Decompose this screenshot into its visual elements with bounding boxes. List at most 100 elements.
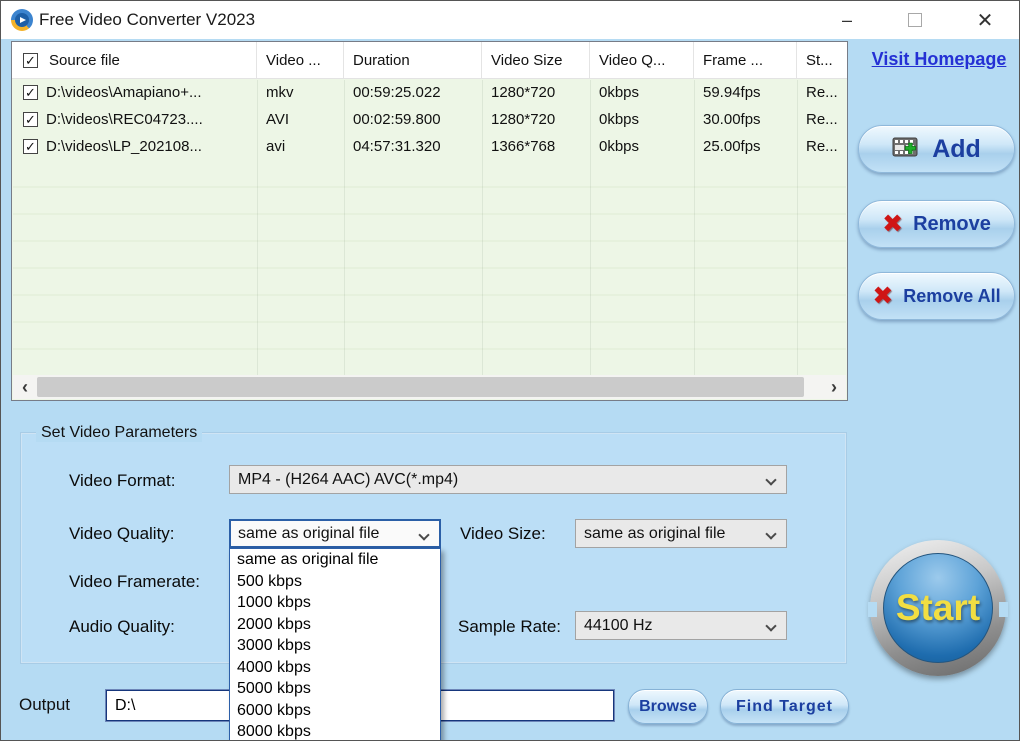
cell-quality: 0kbps — [599, 138, 640, 155]
minimize-button[interactable]: – — [827, 1, 867, 39]
cell-status: Re... — [806, 84, 838, 101]
start-label: Start — [895, 587, 981, 628]
column-divider — [694, 80, 695, 375]
dropdown-option[interactable]: 6000 kbps — [230, 700, 440, 722]
column-divider — [482, 80, 483, 375]
cell-source: D:\videos\REC04723.... — [46, 111, 203, 128]
start-button[interactable]: Start — [868, 540, 1008, 676]
chevron-down-icon — [765, 528, 777, 540]
column-divider — [797, 80, 798, 375]
chevron-down-icon — [765, 620, 777, 632]
sample-rate-label: Sample Rate: — [458, 617, 561, 636]
header-frame-rate[interactable]: Frame ... — [694, 42, 797, 78]
group-title: Set Video Parameters — [36, 424, 203, 442]
check-icon: ✓ — [25, 112, 36, 127]
video-size-select[interactable]: same as original file — [575, 519, 787, 548]
close-button[interactable]: ✕ — [965, 1, 1005, 39]
dropdown-option[interactable]: 5000 kbps — [230, 678, 440, 700]
cell-video: AVI — [266, 111, 290, 128]
chevron-down-icon — [765, 474, 777, 486]
remove-all-label: Remove All — [903, 285, 1001, 306]
dropdown-option[interactable]: same as original file — [230, 549, 440, 571]
remove-all-button[interactable]: ✖ Remove All — [858, 272, 1015, 320]
cell-size: 1366*768 — [491, 138, 556, 155]
dropdown-option[interactable]: 8000 kbps — [230, 721, 440, 740]
cell-video: avi — [266, 138, 286, 155]
scroll-right-arrow[interactable]: › — [822, 375, 846, 399]
play-icon — [20, 17, 26, 23]
cell-framerate: 30.00fps — [703, 111, 761, 128]
scroll-left-arrow[interactable]: ‹ — [13, 375, 37, 399]
header-duration[interactable]: Duration — [344, 42, 482, 78]
dropdown-option[interactable]: 3000 kbps — [230, 635, 440, 657]
find-target-button[interactable]: Find Target — [720, 689, 849, 724]
start-button-face: Start — [883, 553, 993, 663]
table-empty-area — [13, 161, 846, 375]
ring-notch — [868, 602, 877, 617]
header-source-file[interactable]: ✓ Source file — [12, 42, 257, 78]
header-video[interactable]: Video ... — [257, 42, 344, 78]
browse-button[interactable]: Browse — [628, 689, 708, 724]
cell-quality: 0kbps — [599, 111, 640, 128]
table-row[interactable]: ✓ D:\videos\Amapiano+... mkv 00:59:25.02… — [12, 79, 847, 106]
cell-source: D:\videos\LP_202108... — [46, 138, 202, 155]
table-header-row: ✓ Source file Video ... Duration Video S… — [12, 42, 847, 79]
cell-video: mkv — [266, 84, 294, 101]
cell-status: Re... — [806, 111, 838, 128]
video-framerate-label: Video Framerate: — [69, 572, 201, 591]
video-quality-dropdown-list: same as original file 500 kbps 1000 kbps… — [229, 548, 441, 740]
window-title: Free Video Converter V2023 — [39, 10, 256, 29]
remove-button[interactable]: ✖ Remove — [858, 200, 1015, 248]
column-divider — [344, 80, 345, 375]
chevron-down-icon — [418, 529, 430, 541]
maximize-icon — [908, 13, 922, 27]
maximize-button[interactable] — [895, 1, 935, 39]
sample-rate-select[interactable]: 44100 Hz — [575, 611, 787, 640]
column-divider — [257, 80, 258, 375]
app-icon — [11, 9, 33, 31]
audio-quality-label: Audio Quality: — [69, 617, 175, 636]
file-list-table: ✓ Source file Video ... Duration Video S… — [11, 41, 848, 401]
close-icon: ✕ — [976, 9, 994, 32]
dropdown-option[interactable]: 4000 kbps — [230, 657, 440, 679]
header-status[interactable]: St... — [797, 42, 847, 78]
select-all-checkbox[interactable]: ✓ — [23, 52, 38, 68]
app-window: Free Video Converter V2023 – ✕ ✓ Source … — [0, 0, 1020, 741]
row-checkbox[interactable]: ✓ — [23, 139, 38, 154]
output-label: Output — [19, 695, 71, 714]
horizontal-scrollbar[interactable]: ‹ › — [13, 375, 846, 399]
ring-notch — [999, 602, 1008, 617]
video-format-select[interactable]: MP4 - (H264 AAC) AVC(*.mp4) — [229, 465, 787, 494]
column-label: Source file — [49, 51, 120, 69]
remove-x-icon: ✖ — [882, 210, 904, 238]
check-icon: ✓ — [25, 85, 36, 100]
visit-homepage-link[interactable]: Visit Homepage — [863, 49, 1015, 70]
header-video-size[interactable]: Video Size — [482, 42, 590, 78]
video-size-label: Video Size: — [460, 524, 546, 543]
scrollbar-thumb[interactable] — [37, 377, 804, 397]
add-label: Add — [932, 134, 981, 163]
header-video-quality[interactable]: Video Q... — [590, 42, 694, 78]
table-row[interactable]: ✓ D:\videos\REC04723.... AVI 00:02:59.80… — [12, 106, 847, 133]
cell-duration: 04:57:31.320 — [353, 138, 441, 155]
row-checkbox[interactable]: ✓ — [23, 85, 38, 100]
cell-duration: 00:02:59.800 — [353, 111, 441, 128]
dropdown-option[interactable]: 500 kbps — [230, 571, 440, 593]
row-checkbox[interactable]: ✓ — [23, 112, 38, 127]
remove-x-icon: ✖ — [872, 282, 894, 310]
dropdown-option[interactable]: 2000 kbps — [230, 614, 440, 636]
film-add-icon — [892, 137, 918, 157]
cell-source: D:\videos\Amapiano+... — [46, 84, 202, 101]
cell-status: Re... — [806, 138, 838, 155]
dropdown-option[interactable]: 1000 kbps — [230, 592, 440, 614]
cell-framerate: 25.00fps — [703, 138, 761, 155]
video-quality-select[interactable]: same as original file — [229, 519, 441, 548]
check-icon: ✓ — [25, 52, 36, 68]
cell-size: 1280*720 — [491, 84, 556, 101]
add-button[interactable]: Add — [858, 125, 1015, 173]
table-row[interactable]: ✓ D:\videos\LP_202108... avi 04:57:31.32… — [12, 133, 847, 160]
column-divider — [590, 80, 591, 375]
video-quality-label: Video Quality: — [69, 524, 175, 543]
titlebar: Free Video Converter V2023 – ✕ — [1, 1, 1019, 39]
check-icon: ✓ — [25, 139, 36, 154]
